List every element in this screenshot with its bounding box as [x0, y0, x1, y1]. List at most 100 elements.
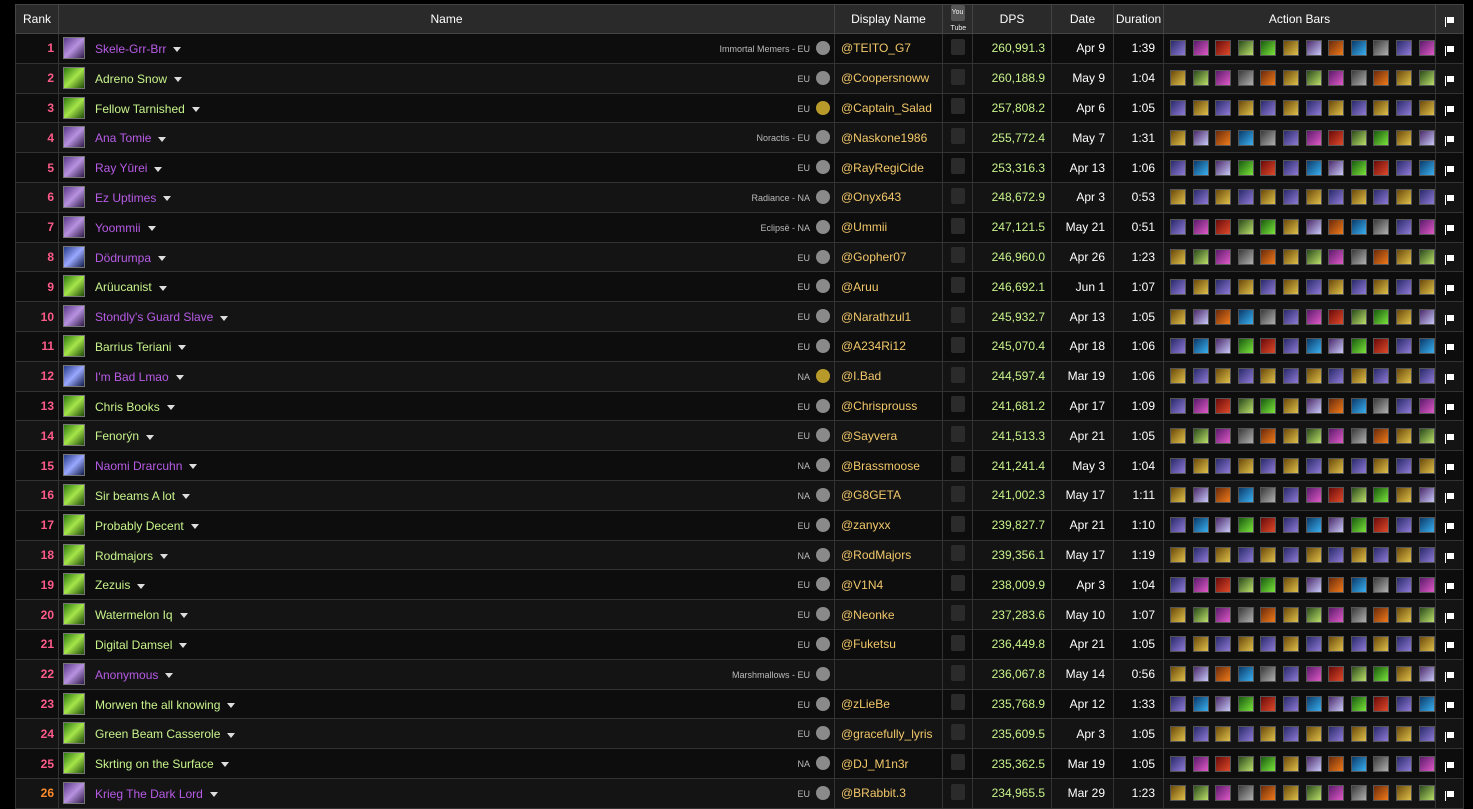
spell-icon[interactable] [1305, 219, 1322, 236]
spell-icon[interactable] [1328, 695, 1345, 712]
spell-icon[interactable] [1170, 129, 1186, 146]
display-name-cell[interactable]: @A234Ri12 [834, 330, 943, 362]
display-name-cell[interactable]: @zanyxx [834, 509, 943, 541]
spell-icon[interactable] [1328, 308, 1345, 325]
spell-icon[interactable] [1192, 70, 1209, 87]
spell-icon[interactable] [1260, 159, 1277, 176]
spell-icon[interactable] [1170, 725, 1186, 742]
youtube-cell[interactable] [942, 33, 973, 64]
spell-icon[interactable] [1192, 338, 1209, 355]
spell-icon[interactable] [1215, 338, 1232, 355]
spell-icon[interactable] [1282, 308, 1299, 325]
spell-icon[interactable] [1373, 636, 1390, 653]
spell-icon[interactable] [1215, 278, 1232, 295]
spell-icon[interactable] [1260, 666, 1277, 683]
spell-icon[interactable] [1395, 278, 1412, 295]
spell-icon[interactable] [1215, 219, 1232, 236]
spell-icon[interactable] [1215, 397, 1232, 414]
chevron-down-icon[interactable] [220, 762, 229, 768]
chevron-down-icon[interactable] [154, 166, 163, 172]
spell-icon[interactable] [1215, 636, 1232, 653]
spell-icon[interactable] [1395, 338, 1412, 355]
spell-icon[interactable] [1418, 636, 1435, 653]
youtube-cell[interactable] [942, 152, 973, 183]
spell-icon[interactable] [1373, 159, 1390, 176]
spell-icon[interactable] [1395, 70, 1412, 87]
chevron-down-icon[interactable] [190, 524, 199, 530]
spell-icon[interactable] [1215, 755, 1232, 772]
spell-icon[interactable] [1282, 70, 1299, 87]
spell-icon[interactable] [1237, 338, 1254, 355]
spell-icon[interactable] [1192, 427, 1209, 444]
report-flag-cell[interactable] [1435, 92, 1464, 124]
display-name-cell[interactable]: @Ummii [834, 211, 943, 243]
spell-icon[interactable] [1418, 666, 1435, 683]
player-name[interactable]: Probably Decent [95, 519, 199, 533]
report-flag-cell[interactable] [1435, 301, 1464, 332]
spell-icon[interactable] [1418, 576, 1435, 593]
spell-icon[interactable] [1373, 368, 1390, 385]
spell-icon[interactable] [1395, 427, 1412, 444]
spell-icon[interactable] [1282, 785, 1299, 802]
spell-icon[interactable] [1192, 159, 1209, 176]
spell-icon[interactable] [1373, 695, 1390, 712]
spell-icon[interactable] [1305, 576, 1322, 593]
spell-icon[interactable] [1260, 278, 1277, 295]
spell-icon[interactable] [1328, 99, 1345, 116]
spell-icon[interactable] [1373, 219, 1390, 236]
spell-icon[interactable] [1170, 368, 1186, 385]
spell-icon[interactable] [1373, 278, 1390, 295]
spell-icon[interactable] [1418, 755, 1435, 772]
spell-icon[interactable] [1395, 159, 1412, 176]
header-duration[interactable]: Duration [1113, 4, 1164, 34]
player-name[interactable]: Skrting on the Surface [95, 757, 229, 771]
spell-icon[interactable] [1305, 40, 1322, 57]
display-name-cell[interactable] [834, 658, 943, 690]
spell-icon[interactable] [1192, 397, 1209, 414]
display-name-cell[interactable]: @Chrisprouss [834, 390, 943, 422]
player-name[interactable]: Krieg The Dark Lord [95, 787, 218, 801]
spell-icon[interactable] [1260, 219, 1277, 236]
chevron-down-icon[interactable] [160, 553, 169, 559]
player-name[interactable]: Rodmajors [95, 549, 169, 563]
youtube-cell[interactable] [942, 628, 973, 660]
header-rank[interactable]: Rank [15, 4, 59, 34]
spell-icon[interactable] [1305, 70, 1322, 87]
player-name[interactable]: Zezuis [95, 578, 146, 592]
player-name[interactable]: Ray Yūrei [95, 161, 163, 175]
spell-icon[interactable] [1170, 517, 1186, 534]
spell-icon[interactable] [1350, 606, 1367, 623]
youtube-cell[interactable] [942, 658, 973, 690]
spell-icon[interactable] [1328, 636, 1345, 653]
chevron-down-icon[interactable] [227, 732, 236, 738]
spell-icon[interactable] [1260, 40, 1277, 57]
spell-icon[interactable] [1305, 725, 1322, 742]
spell-icon[interactable] [1350, 189, 1367, 206]
display-name-cell[interactable]: @Fuketsu [834, 628, 943, 660]
spell-icon[interactable] [1237, 755, 1254, 772]
report-flag-cell[interactable] [1435, 360, 1464, 392]
spell-icon[interactable] [1260, 70, 1277, 87]
spell-icon[interactable] [1305, 159, 1322, 176]
report-flag-cell[interactable] [1435, 509, 1464, 541]
spell-icon[interactable] [1305, 129, 1322, 146]
youtube-cell[interactable] [942, 271, 973, 303]
spell-icon[interactable] [1373, 755, 1390, 772]
spell-icon[interactable] [1192, 755, 1209, 772]
spell-icon[interactable] [1215, 517, 1232, 534]
spell-icon[interactable] [1373, 546, 1390, 563]
display-name-cell[interactable]: @Aruu [834, 271, 943, 303]
spell-icon[interactable] [1395, 189, 1412, 206]
report-flag-cell[interactable] [1435, 33, 1464, 64]
spell-icon[interactable] [1282, 427, 1299, 444]
spell-icon[interactable] [1305, 755, 1322, 772]
spell-icon[interactable] [1215, 606, 1232, 623]
report-flag-cell[interactable] [1435, 450, 1464, 481]
spell-icon[interactable] [1260, 576, 1277, 593]
display-name-cell[interactable]: @TEITO_G7 [834, 33, 943, 64]
spell-icon[interactable] [1260, 308, 1277, 325]
spell-icon[interactable] [1328, 70, 1345, 87]
spell-icon[interactable] [1170, 308, 1186, 325]
spell-icon[interactable] [1260, 397, 1277, 414]
spell-icon[interactable] [1395, 517, 1412, 534]
